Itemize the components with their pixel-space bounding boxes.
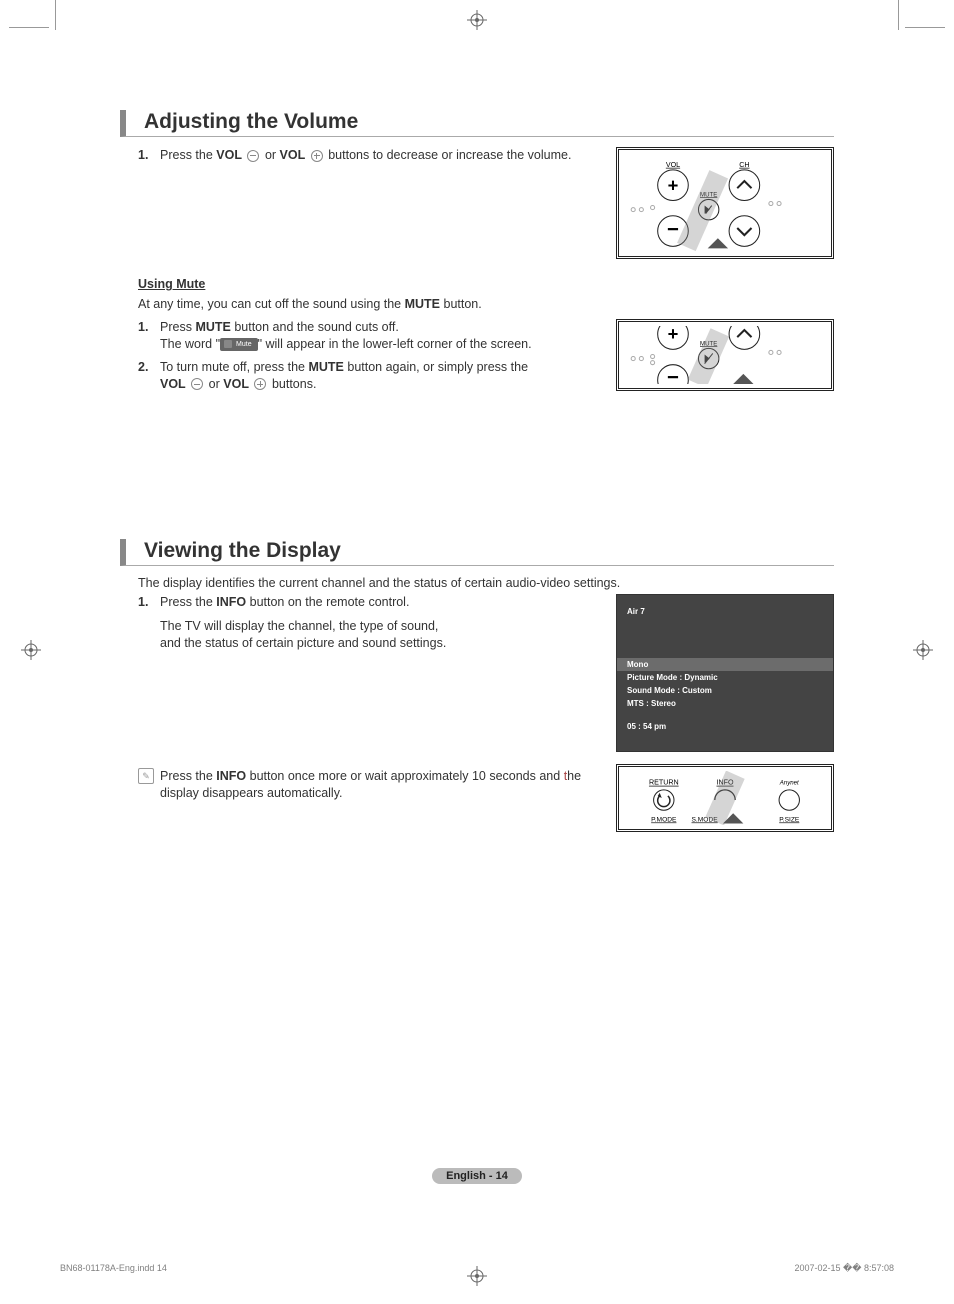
plus-icon [311, 150, 323, 162]
crop-mark [55, 0, 56, 30]
section-heading: Viewing the Display [120, 539, 834, 566]
osd-channel: Air 7 [617, 605, 833, 618]
step-item: Press the INFO button on the remote cont… [138, 594, 596, 653]
crop-mark [905, 27, 945, 28]
svg-text:−: − [667, 367, 679, 384]
mute-intro: At any time, you can cut off the sound u… [138, 297, 834, 311]
mute-heading: Using Mute [138, 277, 834, 291]
step-item: Press MUTE button and the sound cuts off… [138, 319, 596, 353]
registration-mark-icon [21, 640, 41, 660]
remote-diagram-mute: + − MUTE [616, 319, 834, 391]
section-heading: Adjusting the Volume [120, 110, 834, 137]
svg-text:P.MODE: P.MODE [651, 816, 677, 823]
minus-icon [191, 378, 203, 390]
ch-label: CH [739, 161, 749, 169]
timestamp: 2007-02-15 �� 8:57:08 [794, 1263, 894, 1274]
svg-text:+: + [668, 326, 679, 344]
section-title: Viewing the Display [144, 539, 341, 562]
display-intro: The display identifies the current chann… [138, 576, 834, 590]
section-title: Adjusting the Volume [144, 110, 358, 133]
registration-mark-icon [913, 640, 933, 660]
remote-diagram: VOL CH + − MUTE [616, 147, 834, 259]
minus-icon [247, 150, 259, 162]
osd-time: 05 : 54 pm [617, 720, 833, 733]
file-name: BN68-01178A-Eng.indd 14 [60, 1263, 167, 1274]
crop-mark [9, 27, 49, 28]
osd-picture: Picture Mode : Dynamic [617, 671, 833, 684]
svg-text:Anynet: Anynet [779, 779, 799, 786]
svg-text:RETURN: RETURN [649, 778, 679, 786]
osd-mts: MTS : Stereo [617, 697, 833, 710]
page-footer-label: English - 14 [0, 1166, 954, 1184]
remote-diagram-info: RETURN INFO Anynet P.MODE S.MODE P.SIZE [616, 764, 834, 832]
svg-text:−: − [667, 219, 679, 241]
osd-sound: Sound Mode : Custom [617, 684, 833, 697]
svg-text:P.SIZE: P.SIZE [779, 816, 800, 823]
svg-text:+: + [668, 174, 679, 195]
mute-osd-icon: Mute [220, 338, 258, 351]
vol-label: VOL [666, 161, 680, 169]
osd-mono: Mono [617, 658, 833, 671]
step-item: To turn mute off, press the MUTE button … [138, 359, 596, 393]
document-page: Adjusting the Volume Press the VOL or VO… [0, 0, 954, 1304]
registration-mark-icon [467, 10, 487, 30]
note-icon: ✎ [138, 768, 154, 784]
step-item: Press the VOL or VOL buttons to decrease… [138, 147, 596, 164]
document-footer: BN68-01178A-Eng.indd 14 2007-02-15 �� 8:… [60, 1263, 894, 1274]
crop-mark [898, 0, 899, 30]
osd-info-panel: Air 7 Mono Picture Mode : Dynamic Sound … [616, 594, 834, 752]
note-item: ✎ Press the INFO button once more or wai… [138, 768, 596, 802]
plus-icon [254, 378, 266, 390]
